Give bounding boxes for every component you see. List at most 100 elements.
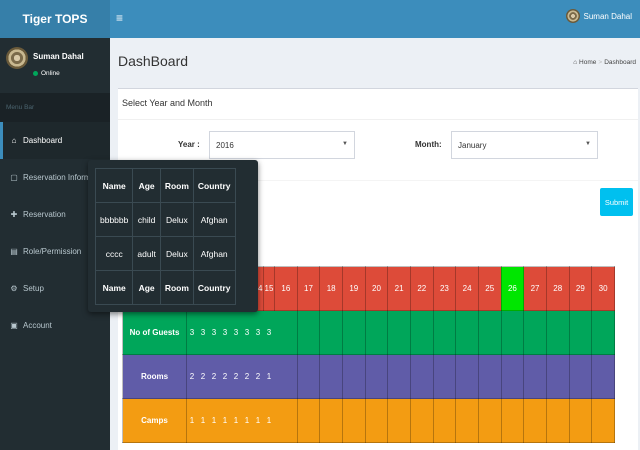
- sidebar-user-name: Suman Dahal: [33, 52, 84, 61]
- calendar-cell[interactable]: [455, 354, 479, 399]
- day-cell[interactable]: 20: [364, 266, 389, 311]
- calendar-cell[interactable]: [432, 310, 457, 355]
- calendar-cell[interactable]: [341, 354, 366, 399]
- popup-header-cell: Name: [94, 270, 134, 305]
- calendar-cell[interactable]: [387, 398, 411, 443]
- calendar-cell[interactable]: [296, 310, 321, 355]
- calendar-cell[interactable]: [477, 310, 502, 355]
- calendar-cell[interactable]: [477, 354, 502, 399]
- calendar-cell[interactable]: [432, 354, 457, 399]
- breadcrumb-home[interactable]: Home: [579, 59, 596, 66]
- calendar-cell[interactable]: 3: [252, 310, 264, 355]
- calendar-cell[interactable]: [341, 398, 366, 443]
- day-cell[interactable]: 24: [455, 266, 479, 311]
- calendar-row: Camps 1 1 1 1 1 1 1 1: [122, 398, 615, 443]
- calendar-cell[interactable]: [387, 310, 411, 355]
- calendar-cell[interactable]: 1: [263, 398, 275, 443]
- calendar-cell[interactable]: 1: [230, 398, 242, 443]
- calendar-cell[interactable]: [364, 354, 389, 399]
- calendar-cell[interactable]: [455, 398, 479, 443]
- calendar-cell[interactable]: [455, 310, 479, 355]
- day-cell[interactable]: 28: [545, 266, 570, 311]
- day-cell[interactable]: 15: [263, 266, 275, 311]
- calendar-cell[interactable]: [500, 398, 525, 443]
- calendar-cell[interactable]: 2: [241, 354, 253, 399]
- day-cell[interactable]: 17: [296, 266, 321, 311]
- calendar-cell[interactable]: [500, 354, 525, 399]
- calendar-cell[interactable]: 2: [219, 354, 231, 399]
- calendar-cell[interactable]: 3: [186, 310, 198, 355]
- calendar-cell[interactable]: [409, 310, 434, 355]
- calendar-cell[interactable]: 1: [252, 398, 264, 443]
- day-cell[interactable]: 25: [477, 266, 502, 311]
- day-cell[interactable]: 26: [500, 266, 525, 311]
- calendar-cell[interactable]: 3: [263, 310, 275, 355]
- popup-cell: Delux: [159, 202, 194, 237]
- day-cell[interactable]: 18: [319, 266, 343, 311]
- calendar-cell[interactable]: [432, 398, 457, 443]
- calendar-cell[interactable]: 3: [230, 310, 242, 355]
- sidebar-item-dashboard[interactable]: ⌂ Dashboard: [0, 122, 110, 159]
- calendar-cell[interactable]: 1: [208, 398, 220, 443]
- day-cell[interactable]: 23: [432, 266, 457, 311]
- calendar-cell[interactable]: 1: [186, 398, 198, 443]
- calendar-cell[interactable]: 2: [186, 354, 198, 399]
- calendar-cell[interactable]: [568, 354, 593, 399]
- app-logo[interactable]: Tiger TOPS: [0, 0, 110, 38]
- calendar-cell[interactable]: [274, 310, 298, 355]
- year-select[interactable]: 2016 ▼: [209, 131, 355, 159]
- calendar-cell[interactable]: [523, 310, 547, 355]
- calendar-cell[interactable]: [319, 354, 343, 399]
- calendar-cell[interactable]: [364, 398, 389, 443]
- day-cell[interactable]: 21: [387, 266, 411, 311]
- calendar-cell[interactable]: [500, 310, 525, 355]
- calendar-cell[interactable]: [364, 310, 389, 355]
- day-cell[interactable]: 16: [274, 266, 298, 311]
- calendar-cell[interactable]: 1: [263, 354, 275, 399]
- calendar-cell[interactable]: [274, 354, 298, 399]
- calendar-cell[interactable]: [568, 398, 593, 443]
- calendar-cell[interactable]: [409, 398, 434, 443]
- chevron-down-icon: ▼: [342, 141, 348, 147]
- calendar-cell[interactable]: [409, 354, 434, 399]
- calendar-cell[interactable]: 2: [252, 354, 264, 399]
- calendar-cell[interactable]: [296, 398, 321, 443]
- calendar-cell[interactable]: [523, 398, 547, 443]
- calendar-cell[interactable]: [545, 310, 570, 355]
- calendar-cell[interactable]: [591, 310, 615, 355]
- calendar-cell[interactable]: 3: [219, 310, 231, 355]
- calendar-cell[interactable]: [296, 354, 321, 399]
- calendar-cell[interactable]: [319, 398, 343, 443]
- calendar-cell[interactable]: [477, 398, 502, 443]
- calendar-cell[interactable]: 2: [230, 354, 242, 399]
- calendar-cell[interactable]: [319, 310, 343, 355]
- menu-toggle-icon[interactable]: ≡: [116, 11, 123, 25]
- calendar-cell[interactable]: [591, 354, 615, 399]
- day-cell[interactable]: 22: [409, 266, 434, 311]
- calendar-cell[interactable]: 2: [208, 354, 220, 399]
- calendar-cell[interactable]: 1: [197, 398, 209, 443]
- calendar-cell[interactable]: 3: [208, 310, 220, 355]
- calendar-cell[interactable]: [274, 398, 298, 443]
- popup-row: bbbbbb child Delux Afghan: [94, 202, 236, 237]
- calendar-cell[interactable]: 3: [241, 310, 253, 355]
- submit-button[interactable]: Submit: [600, 188, 633, 216]
- day-cell[interactable]: 19: [341, 266, 366, 311]
- calendar-cell[interactable]: [591, 398, 615, 443]
- calendar-cell[interactable]: [387, 354, 411, 399]
- calendar-cell[interactable]: [523, 354, 547, 399]
- sidebar-item-account[interactable]: ▣ Account: [0, 307, 110, 344]
- calendar-cell[interactable]: 1: [219, 398, 231, 443]
- calendar-cell[interactable]: 3: [197, 310, 209, 355]
- calendar-cell[interactable]: [545, 398, 570, 443]
- calendar-cell[interactable]: [341, 310, 366, 355]
- month-select[interactable]: January ▼: [451, 131, 598, 159]
- calendar-cell[interactable]: [545, 354, 570, 399]
- calendar-cell[interactable]: 2: [197, 354, 209, 399]
- day-cell[interactable]: 30: [591, 266, 615, 311]
- calendar-cell[interactable]: 1: [241, 398, 253, 443]
- day-cell[interactable]: 29: [568, 266, 593, 311]
- day-cell[interactable]: 27: [523, 266, 547, 311]
- calendar-cell[interactable]: [568, 310, 593, 355]
- navbar-user-menu[interactable]: Suman Dahal: [565, 9, 632, 23]
